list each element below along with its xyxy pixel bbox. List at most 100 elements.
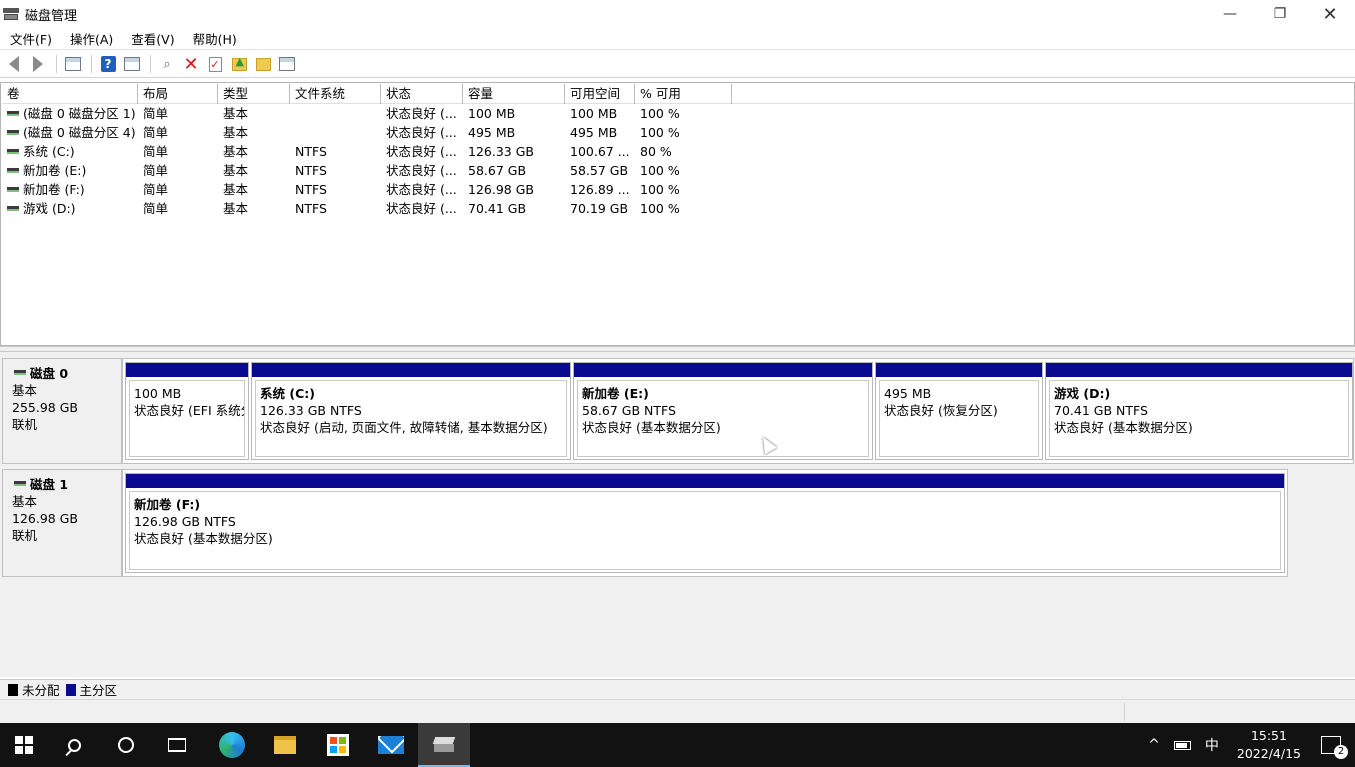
edge-browser-icon <box>219 732 245 758</box>
taskbar-store[interactable] <box>314 723 362 767</box>
volume-status: 状态良好 (... <box>386 106 457 121</box>
menu-bar: 文件(F) 操作(A) 查看(V) 帮助(H) <box>0 28 1355 50</box>
partition-status: 状态良好 (启动, 页面文件, 故障转储, 基本数据分区) <box>260 420 548 435</box>
disk-1-label[interactable]: 磁盘 1 基本 126.98 GB 联机 <box>2 469 122 577</box>
menu-view[interactable]: 查看(V) <box>121 29 182 48</box>
taskbar-file-explorer[interactable] <box>261 723 309 767</box>
mail-icon <box>378 736 404 754</box>
taskbar-disk-management[interactable] <box>418 723 470 767</box>
column-header-volume[interactable]: 卷 <box>2 84 138 104</box>
partition-status: 状态良好 (基本数据分区) <box>1054 420 1193 435</box>
explore-button[interactable] <box>252 53 274 75</box>
volume-type: 基本 <box>223 163 249 178</box>
column-header-free-space[interactable]: 可用空间 <box>565 84 635 104</box>
toolbar-separator <box>150 55 151 73</box>
connect-icon: ⌕ <box>163 56 171 72</box>
partition-status: 状态良好 (基本数据分区) <box>582 420 721 435</box>
column-header-filesystem[interactable]: 文件系统 <box>290 84 381 104</box>
volume-capacity: 495 MB <box>468 125 516 140</box>
volume-capacity: 58.67 GB <box>468 163 527 178</box>
column-header-capacity[interactable]: 容量 <box>463 84 565 104</box>
forward-arrow-icon <box>33 56 43 72</box>
disk-kind: 基本 <box>12 383 38 398</box>
volume-status: 状态良好 (... <box>386 201 457 216</box>
column-header-status[interactable]: 状态 <box>381 84 463 104</box>
partition-new-volume-f[interactable]: 新加卷 (F:) 126.98 GB NTFS 状态良好 (基本数据分区) <box>125 473 1285 573</box>
show-hide-console-tree-button[interactable] <box>62 53 84 75</box>
table-row[interactable]: (磁盘 0 磁盘分区 4) 简单 基本 状态良好 (... 495 MB 495… <box>2 123 1353 142</box>
table-row[interactable]: 系统 (C:) 简单 基本 NTFS 状态良好 (... 126.33 GB 1… <box>2 142 1353 161</box>
delete-button[interactable]: ✕ <box>180 53 202 75</box>
legend: 未分配 主分区 <box>0 679 1355 699</box>
volume-drive-icon <box>7 206 19 211</box>
partition-color-bar <box>126 363 248 377</box>
partition-color-bar <box>876 363 1042 377</box>
partition-games-d[interactable]: 游戏 (D:) 70.41 GB NTFS 状态良好 (基本数据分区) <box>1045 362 1353 460</box>
clock-date: 2022/4/15 <box>1236 746 1301 761</box>
volume-status: 状态良好 (... <box>386 144 457 159</box>
volume-percent-free: 80 % <box>640 144 672 159</box>
column-header-type[interactable]: 类型 <box>218 84 290 104</box>
menu-action[interactable]: 操作(A) <box>60 29 121 48</box>
column-header-layout[interactable]: 布局 <box>138 84 218 104</box>
partition-new-volume-e[interactable]: 新加卷 (E:) 58.67 GB NTFS 状态良好 (基本数据分区) <box>573 362 873 460</box>
table-row[interactable]: (磁盘 0 磁盘分区 1) 简单 基本 状态良好 (... 100 MB 100… <box>2 104 1353 123</box>
partition-status: 状态良好 (EFI 系统分 <box>134 403 245 418</box>
table-row[interactable]: 新加卷 (F:) 简单 基本 NTFS 状态良好 (... 126.98 GB … <box>2 180 1353 199</box>
cortana-button[interactable] <box>102 723 150 767</box>
volume-name: 游戏 (D:) <box>23 201 76 216</box>
folder-search-icon <box>255 57 271 71</box>
partition-status: 状态良好 (恢复分区) <box>884 403 998 418</box>
show-action-pane-button[interactable] <box>121 53 143 75</box>
search-button[interactable] <box>50 723 98 767</box>
primary-partition-swatch-icon <box>65 683 76 696</box>
cortana-icon <box>118 737 134 753</box>
partition-system-c[interactable]: 系统 (C:) 126.33 GB NTFS 状态良好 (启动, 页面文件, 故… <box>251 362 571 460</box>
clock[interactable]: 15:51 2022/4/15 <box>1237 727 1301 763</box>
legend-unallocated: 未分配 <box>22 683 60 698</box>
clock-time: 15:51 <box>1250 728 1287 743</box>
disk-state: 联机 <box>12 417 38 432</box>
show-hidden-icons-chevron-icon[interactable]: ^ <box>1148 737 1160 753</box>
forward-button[interactable] <box>27 53 49 75</box>
table-row[interactable]: 新加卷 (E:) 简单 基本 NTFS 状态良好 (... 58.67 GB 5… <box>2 161 1353 180</box>
column-header-percent-free[interactable]: % 可用 <box>635 84 732 104</box>
start-button[interactable] <box>0 723 48 767</box>
maximize-button[interactable]: ❐ <box>1255 0 1305 28</box>
table-row[interactable]: 游戏 (D:) 简单 基本 NTFS 状态良好 (... 70.41 GB 70… <box>2 199 1353 218</box>
action-center-icon[interactable]: 2 <box>1321 736 1348 759</box>
volume-filesystem: NTFS <box>295 144 327 159</box>
partition-efi[interactable]: 100 MB 状态良好 (EFI 系统分 <box>125 362 249 460</box>
close-button[interactable]: ✕ <box>1305 0 1355 28</box>
minimize-button[interactable]: — <box>1205 0 1255 28</box>
volume-percent-free: 100 % <box>640 201 680 216</box>
taskbar-mail[interactable] <box>367 723 415 767</box>
properties-check-icon: ✓ <box>208 56 222 72</box>
open-button[interactable]: ▲ <box>228 53 250 75</box>
taskbar-edge[interactable] <box>208 723 256 767</box>
status-bar <box>0 699 1355 723</box>
battery-icon[interactable] <box>1173 740 1191 750</box>
input-method-indicator[interactable]: 中 <box>1205 735 1219 755</box>
partition-size: 100 MB <box>134 386 182 401</box>
settings-view-button[interactable] <box>276 53 298 75</box>
disk-name: 磁盘 1 <box>30 477 69 492</box>
menu-file[interactable]: 文件(F) <box>0 29 60 48</box>
partition-recovery[interactable]: 495 MB 状态良好 (恢复分区) <box>875 362 1043 460</box>
back-button[interactable] <box>3 53 25 75</box>
search-icon <box>67 738 81 752</box>
toolbar-separator <box>56 55 57 73</box>
volume-drive-icon <box>7 149 19 154</box>
taskbar: ^ 中 15:51 2022/4/15 2 <box>0 723 1355 767</box>
connect-disk-button[interactable]: ⌕ <box>156 53 178 75</box>
disk-0-label[interactable]: 磁盘 0 基本 255.98 GB 联机 <box>2 358 122 464</box>
task-view-button[interactable] <box>153 723 201 767</box>
help-button[interactable]: ? <box>97 53 119 75</box>
volume-percent-free: 100 % <box>640 163 680 178</box>
partition-color-bar <box>574 363 872 377</box>
volume-drive-icon <box>7 111 19 116</box>
properties-button[interactable]: ✓ <box>204 53 226 75</box>
volume-type: 基本 <box>223 106 249 121</box>
menu-help[interactable]: 帮助(H) <box>183 29 245 48</box>
volume-name: 新加卷 (F:) <box>23 182 85 197</box>
